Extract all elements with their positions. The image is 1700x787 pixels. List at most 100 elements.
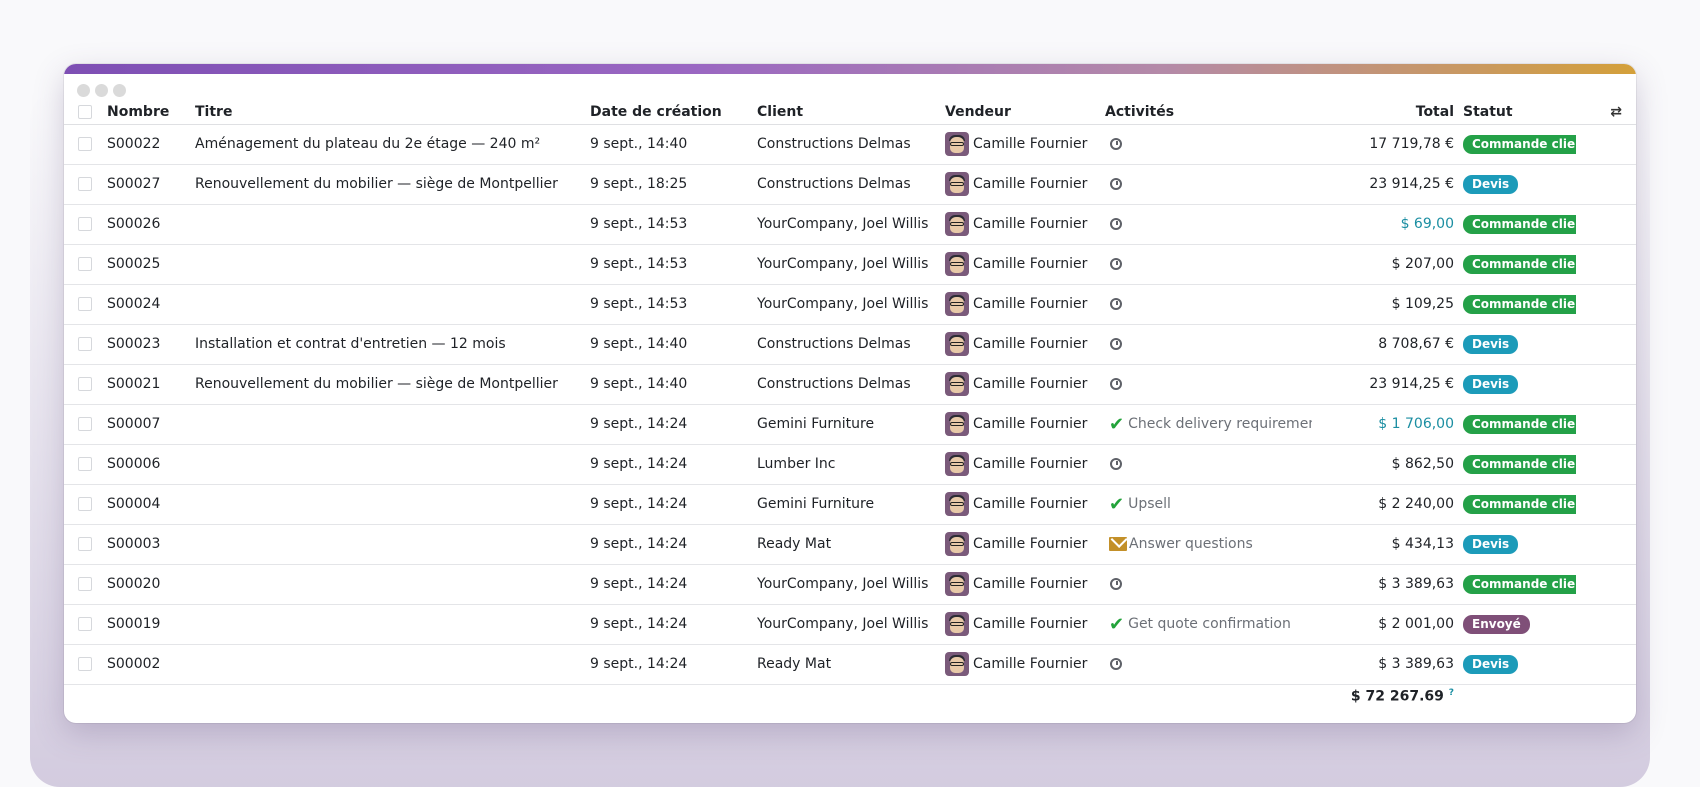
row-select-cell [64,644,107,684]
col-header-date[interactable]: Date de création [590,100,757,125]
col-header-total[interactable]: Total [1312,100,1463,125]
table-row[interactable]: S00003 9 sept., 14:24 Ready Mat Camille Fou… [64,524,1636,564]
avatar[interactable] [945,332,969,356]
col-header-activites[interactable]: Activités [1105,100,1312,125]
col-header-statut[interactable]: Statut [1463,100,1576,125]
cell-total: 17 719,78 € [1369,136,1454,152]
cell-statut: Commande client [1463,484,1576,524]
clock-icon[interactable] [1110,178,1122,190]
cell-date: 9 sept., 14:24 [590,616,688,632]
col-header-vendeur[interactable]: Vendeur [945,100,1105,125]
table-row[interactable]: S00006 9 sept., 14:24 Lumber Inc Camille Fo… [64,444,1636,484]
clock-icon[interactable] [1110,338,1122,350]
avatar[interactable] [945,292,969,316]
row-checkbox[interactable] [78,377,92,391]
row-checkbox[interactable] [78,337,92,351]
avatar[interactable] [945,252,969,276]
activity-label[interactable]: Answer questions [1129,536,1253,552]
cell-vendeur: Camille Fournier [945,284,1105,324]
cell-vendeur: Camille Fournier [945,604,1105,644]
table-row[interactable]: S00023 Installation et contrat d'entretie… [64,324,1636,364]
row-checkbox[interactable] [78,497,92,511]
cell-client: Ready Mat [757,536,832,552]
cell-titre [195,604,590,644]
col-header-nombre[interactable]: Nombre [107,100,195,125]
row-select-cell [64,524,107,564]
cell-date: 9 sept., 14:53 [590,216,688,232]
clock-icon[interactable] [1110,298,1122,310]
cell-titre [195,244,590,284]
table-row[interactable]: S00022 Aménagement du plateau du 2e étage… [64,124,1636,164]
activity-label[interactable]: Get quote confirmation [1128,616,1291,632]
avatar[interactable] [945,412,969,436]
cell-nombre: S00025 [107,256,161,272]
cell-statut: Devis [1463,364,1576,404]
avatar[interactable] [945,212,969,236]
clock-icon[interactable] [1110,458,1122,470]
avatar[interactable] [945,172,969,196]
clock-icon[interactable] [1110,258,1122,270]
select-all-cell [64,100,107,125]
cell-client: Constructions Delmas [757,376,911,392]
row-checkbox[interactable] [78,577,92,591]
cell-client: Lumber Inc [757,456,836,472]
avatar[interactable] [945,372,969,396]
table-row[interactable]: S00002 9 sept., 14:24 Ready Mat Camille Fou… [64,644,1636,684]
cell-titre [195,204,590,244]
status-badge: Commande client [1463,254,1576,274]
avatar[interactable] [945,452,969,476]
table-row[interactable]: S00025 9 sept., 14:53 YourCompany, Joel Wi… [64,244,1636,284]
window-control-close[interactable] [77,84,90,97]
row-checkbox[interactable] [78,457,92,471]
table-row[interactable]: S00020 9 sept., 14:24 YourCompany, Joel Wi… [64,564,1636,604]
table-row[interactable]: S00004 9 sept., 14:24 Gemini Furniture Cami… [64,484,1636,524]
cell-titre [195,444,590,484]
select-all-checkbox[interactable] [78,104,92,119]
table-row[interactable]: S00026 9 sept., 14:53 YourCompany, Joel Wi… [64,204,1636,244]
window-control-minimize[interactable] [95,84,108,97]
row-checkbox[interactable] [78,617,92,631]
cell-vendeur: Camille Fournier [945,484,1105,524]
avatar[interactable] [945,532,969,556]
row-checkbox[interactable] [78,297,92,311]
row-checkbox[interactable] [78,137,92,151]
row-select-cell [64,164,107,204]
vendor-name: Camille Fournier [973,216,1088,232]
help-icon[interactable]: ? [1449,688,1454,698]
status-badge: Devis [1463,174,1519,194]
table-row[interactable]: S00007 9 sept., 14:24 Gemini Furniture Cami… [64,404,1636,444]
window-control-maximize[interactable] [113,84,126,97]
table-row[interactable]: S00027 Renouvellement du mobilier — siège… [64,164,1636,204]
avatar[interactable] [945,492,969,516]
clock-icon[interactable] [1110,658,1122,670]
row-checkbox[interactable] [78,257,92,271]
cell-date: 9 sept., 14:24 [590,496,688,512]
avatar[interactable] [945,612,969,636]
clock-icon[interactable] [1110,218,1122,230]
cell-activites: ✔ Check delivery requirements [1105,404,1312,444]
avatar[interactable] [945,132,969,156]
cell-total: $ 207,00 [1391,256,1454,272]
vendor-name: Camille Fournier [973,496,1088,512]
cell-titre [195,484,590,524]
row-checkbox[interactable] [78,417,92,431]
col-header-client[interactable]: Client [757,100,945,125]
col-header-titre[interactable]: Titre [195,100,590,125]
activity-label[interactable]: Check delivery requirements [1128,416,1312,432]
clock-icon[interactable] [1110,578,1122,590]
vendor-name: Camille Fournier [973,376,1088,392]
row-checkbox[interactable] [78,177,92,191]
row-checkbox[interactable] [78,657,92,671]
clock-icon[interactable] [1110,138,1122,150]
avatar[interactable] [945,572,969,596]
table-row[interactable]: S00024 9 sept., 14:53 YourCompany, Joel Wi… [64,284,1636,324]
activity-label[interactable]: Upsell [1128,496,1171,512]
avatar[interactable] [945,652,969,676]
table-row[interactable]: S00019 9 sept., 14:24 YourCompany, Joel Wi… [64,604,1636,644]
clock-icon[interactable] [1110,378,1122,390]
row-checkbox[interactable] [78,537,92,551]
cell-titre [195,404,590,444]
column-settings-icon[interactable]: ⇄ [1576,100,1636,125]
table-row[interactable]: S00021 Renouvellement du mobilier — siège… [64,364,1636,404]
row-checkbox[interactable] [78,217,92,231]
